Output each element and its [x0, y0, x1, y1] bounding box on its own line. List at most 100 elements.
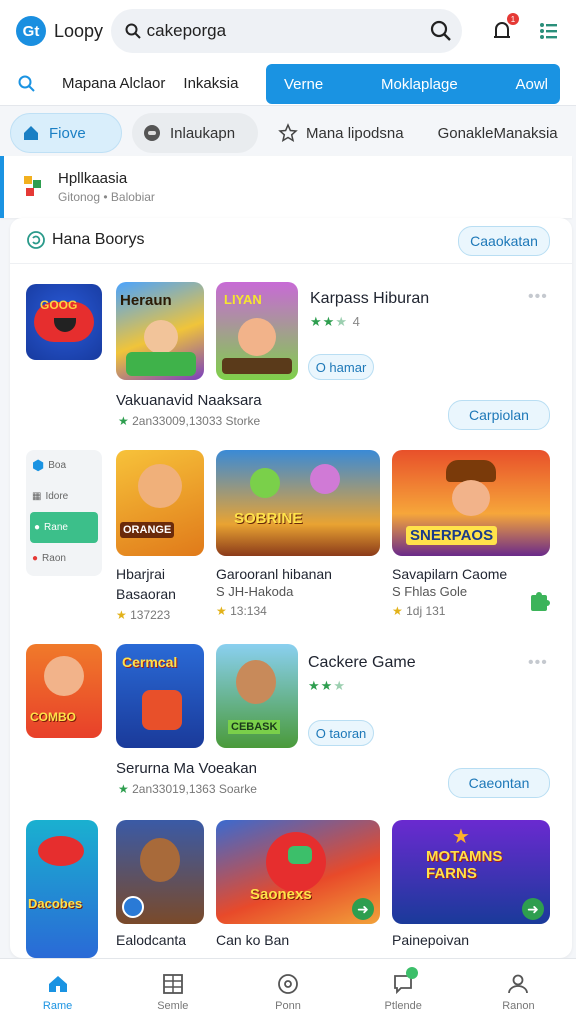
mini-item-raon[interactable]: ● Raon	[26, 543, 102, 574]
game-tile-warrior[interactable]	[116, 820, 204, 924]
search-input[interactable]	[146, 21, 430, 41]
mini-item-icon: ●	[34, 522, 41, 533]
search-icon	[125, 23, 141, 39]
nav-rame[interactable]: Rame	[0, 959, 115, 1024]
chip-fiove[interactable]: Fiove	[10, 113, 122, 153]
refresh-icon	[27, 231, 45, 249]
row4-item2-title: Painepoivan	[392, 932, 470, 948]
game-tile-sobrine[interactable]: SOBRINE	[216, 450, 380, 556]
chip-label: GonakleManaksia	[437, 124, 558, 142]
mini-item-boa[interactable]: ⬢ Boa	[26, 450, 102, 481]
chip-mana[interactable]: Mana lipodsna	[268, 113, 418, 153]
puzzle-icon[interactable]	[528, 590, 552, 614]
section-action-button[interactable]: Caaokatan	[458, 226, 550, 256]
game-tile-cermcal[interactable]: Cermcal	[116, 644, 204, 748]
nav-badge	[405, 967, 418, 979]
game-tile-orange[interactable]: ORANGE	[116, 450, 204, 556]
category-search-icon[interactable]	[18, 75, 36, 93]
notice-banner[interactable]: Hpllkaasia Gitonog • Balobiar	[0, 156, 572, 218]
row4-item1-title: Can ko Ban	[216, 932, 290, 948]
nav-semle[interactable]: Semle	[115, 959, 230, 1024]
game-tile-combo[interactable]: COMBO	[26, 644, 102, 738]
row4-item0-title: Ealodcanta	[116, 932, 187, 948]
game-tile-snerpaos[interactable]: SNERPAOS	[392, 450, 550, 556]
row2-item0-meta: ★ 137223	[116, 608, 171, 622]
chip-label: Mana lipodsna	[306, 124, 404, 142]
segment-moklaplage[interactable]: Moklaplage	[381, 76, 458, 93]
play-arrow-icon[interactable]: ➜	[352, 898, 374, 920]
game-tile-heraun[interactable]: Heraun	[116, 282, 204, 380]
nav-label: Rame	[42, 999, 73, 1012]
top-bar: Gt Loopy 1	[0, 0, 576, 62]
mini-category-panel: ⬢ Boa ▦ Idore ● Rane ● Raon	[26, 450, 102, 576]
featured-button[interactable]: O hamar	[308, 354, 374, 380]
grid-icon	[162, 973, 183, 994]
row2-item0-title: Hbarjrai	[116, 566, 166, 582]
segment-verne[interactable]: Verne	[284, 76, 323, 93]
notifications-icon[interactable]: 1	[488, 13, 519, 45]
game-tile-liyan[interactable]: LIYAN	[216, 282, 298, 380]
chip-gonakle[interactable]: GonakleManaksia	[428, 113, 572, 153]
row1-action-button[interactable]: Carpiolan	[448, 400, 550, 430]
row2-item1-title2: S JH-Hakoda	[216, 584, 294, 599]
featured-rating: ★★★ 4	[310, 314, 361, 329]
row3-caption-title: Serurna Ma Voeakan	[116, 760, 257, 777]
row2-item2-meta: ★ 1dj 131	[392, 604, 446, 618]
game-tile-goog[interactable]: GOOG	[26, 284, 102, 360]
row2-item0-title2: Basaoran	[116, 586, 176, 602]
nav-ranon[interactable]: Ranon	[461, 959, 576, 1024]
chip-label: Inlaukapn	[170, 124, 236, 142]
category-bar: Mapana Alclaor Inkaksia Verne Moklaplage…	[0, 62, 576, 106]
game-tile-cebask[interactable]: CEBASK	[216, 644, 298, 748]
category-1[interactable]: Inkaksia	[183, 75, 238, 92]
row3-caption-sub: ★ 2an33019,1363 Soarke	[118, 782, 257, 796]
section-header: Hana Boorys Caaokatan	[10, 218, 572, 264]
game-tile-saonexs[interactable]: Saonexs ➜	[216, 820, 380, 924]
search-submit-icon[interactable]	[430, 20, 452, 42]
more-options-icon[interactable]: •••	[528, 288, 548, 306]
notice-subtitle: Gitonog • Balobiar	[58, 190, 155, 204]
section-title: Hana Boorys	[52, 231, 145, 248]
search-bar[interactable]	[110, 9, 462, 53]
mini-item-icon: ▦	[32, 491, 42, 502]
menu-icon[interactable]	[538, 20, 560, 42]
star-icon	[278, 123, 298, 143]
game-tile-dacobes[interactable]: Dacobes	[26, 820, 98, 958]
bottom-nav: Rame Semle Ponn Ptlende Ranon	[0, 958, 576, 1024]
row2-item2-title2: S Fhlas Gole	[392, 584, 468, 599]
mini-item-idore[interactable]: ▦ Idore	[26, 481, 102, 512]
row3-action-button[interactable]: Caeontan	[448, 768, 550, 798]
row2-item2-title: Savapilarn Caome	[392, 566, 508, 582]
notification-badge: 1	[507, 13, 519, 25]
mini-item-rane[interactable]: ● Rane	[30, 512, 98, 543]
row3-featured-button[interactable]: O taoran	[308, 720, 374, 746]
game-tile-motamns[interactable]: ★ MOTAMNS FARNS ➜	[392, 820, 550, 924]
chip-label: Fiove	[49, 124, 86, 142]
notice-title: Hpllkaasia	[58, 170, 128, 187]
row3-featured-title[interactable]: Cackere Game	[308, 654, 416, 672]
nav-label: Semle	[157, 999, 189, 1012]
profile-icon	[508, 974, 529, 993]
games-card: Hana Boorys Caaokatan GOOG Heraun LIYAN …	[10, 218, 572, 958]
gamepad-icon	[144, 125, 160, 141]
nav-label: Ranon	[502, 999, 535, 1012]
filter-chips: Fiove Inlaukapn Mana lipodsna GonakleMan…	[0, 108, 576, 158]
row1-caption-title: Vakuanavid Naaksara	[116, 392, 262, 409]
play-arrow-icon[interactable]: ➜	[522, 898, 544, 920]
segment-aowl[interactable]: Aowl	[515, 76, 548, 93]
nav-label: Ptlende	[384, 999, 422, 1012]
featured-title[interactable]: Karpass Hiburan	[310, 290, 429, 308]
nav-label: Ponn	[275, 999, 301, 1012]
mini-item-icon: ●	[32, 553, 39, 564]
mini-item-icon: ⬢	[32, 457, 45, 473]
more-options-icon[interactable]: •••	[528, 654, 548, 672]
category-0[interactable]: Mapana Alclaor	[62, 75, 165, 92]
category-segment: Verne Moklaplage Aowl	[266, 64, 560, 104]
app-logo[interactable]: Gt Loopy	[16, 16, 111, 46]
logo-text: Loopy	[54, 20, 104, 41]
row3-featured-rating: ★★★	[308, 678, 346, 693]
disc-icon	[278, 973, 298, 994]
nav-ponn[interactable]: Ponn	[230, 959, 345, 1024]
nav-ptlende[interactable]: Ptlende	[346, 959, 461, 1024]
chip-inlaukapn[interactable]: Inlaukapn	[132, 113, 258, 153]
